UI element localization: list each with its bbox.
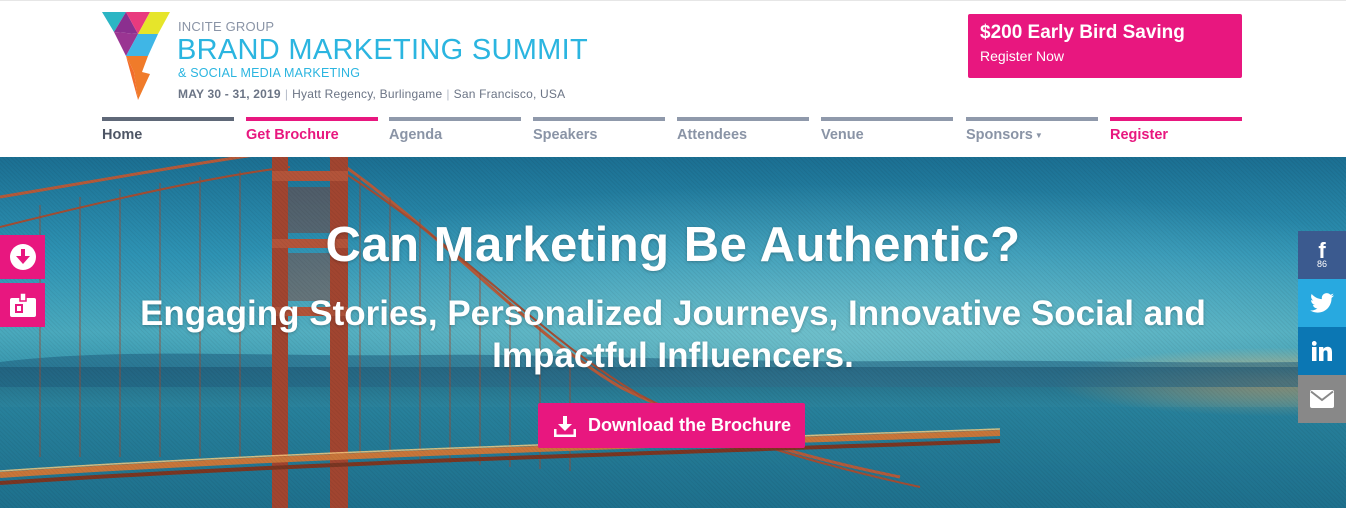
share-twitter-button[interactable]	[1298, 279, 1346, 327]
early-bird-register-button[interactable]: $200 Early Bird Saving Register Now	[968, 14, 1242, 78]
facebook-icon: f	[1318, 238, 1326, 263]
hero-headline: Can Marketing Be Authentic?	[325, 218, 1021, 272]
download-brochure-button[interactable]: Download the Brochure	[538, 403, 805, 448]
nav-sponsors[interactable]: Sponsors ▼	[966, 117, 1098, 147]
share-email-button[interactable]	[1298, 375, 1346, 423]
event-city: San Francisco, USA	[453, 87, 566, 101]
early-bird-title: $200 Early Bird Saving	[980, 22, 1185, 43]
early-bird-subtitle: Register Now	[980, 48, 1065, 64]
nav-sponsors-label: Sponsors	[966, 127, 1033, 143]
facebook-share-count: 86	[1316, 259, 1327, 269]
download-icon	[554, 415, 576, 437]
nav-get-brochure[interactable]: Get Brochure	[246, 117, 378, 147]
chevron-down-icon: ▼	[1034, 130, 1043, 140]
summit-logo-icon[interactable]	[102, 12, 170, 102]
badge-icon	[9, 292, 36, 317]
main-nav: Home Get Brochure Agenda Speakers Attend…	[102, 117, 1242, 147]
hero-subheadline: Engaging Stories, Personalized Journeys,…	[140, 294, 1206, 375]
nav-speakers[interactable]: Speakers	[533, 117, 665, 147]
twitter-icon	[1310, 293, 1334, 313]
brand-subtitle: & SOCIAL MEDIA MARKETING	[178, 66, 361, 80]
event-meta: MAY 30 - 31, 2019 | Hyatt Regency, Burling…	[178, 87, 565, 101]
share-facebook-button[interactable]: f 86	[1298, 231, 1346, 279]
event-venue: Hyatt Regency, Burlingame	[292, 87, 443, 101]
event-date: MAY 30 - 31, 2019	[178, 87, 281, 101]
meta-separator: |	[284, 87, 289, 101]
brand-title[interactable]: BRAND MARKETING SUMMIT	[177, 34, 588, 67]
nav-attendees[interactable]: Attendees	[677, 117, 809, 147]
site-header: INCITE GROUP BRAND MARKETING SUMMIT & SO…	[0, 0, 1346, 157]
nav-agenda[interactable]: Agenda	[389, 117, 521, 147]
download-icon	[9, 244, 36, 270]
hero-banner: Can Marketing Be Authentic? Engaging Sto…	[0, 157, 1346, 508]
brand-pre-title: INCITE GROUP	[178, 19, 275, 34]
linkedin-icon	[1312, 341, 1332, 361]
meta-separator: |	[446, 87, 450, 101]
download-brochure-label: Download the Brochure	[588, 415, 792, 435]
side-download-button[interactable]	[0, 235, 45, 279]
nav-home[interactable]: Home	[102, 117, 234, 147]
nav-venue[interactable]: Venue	[821, 117, 953, 147]
side-badge-button[interactable]	[0, 283, 45, 327]
nav-register[interactable]: Register	[1110, 117, 1242, 147]
share-linkedin-button[interactable]	[1298, 327, 1346, 375]
email-icon	[1310, 390, 1334, 408]
